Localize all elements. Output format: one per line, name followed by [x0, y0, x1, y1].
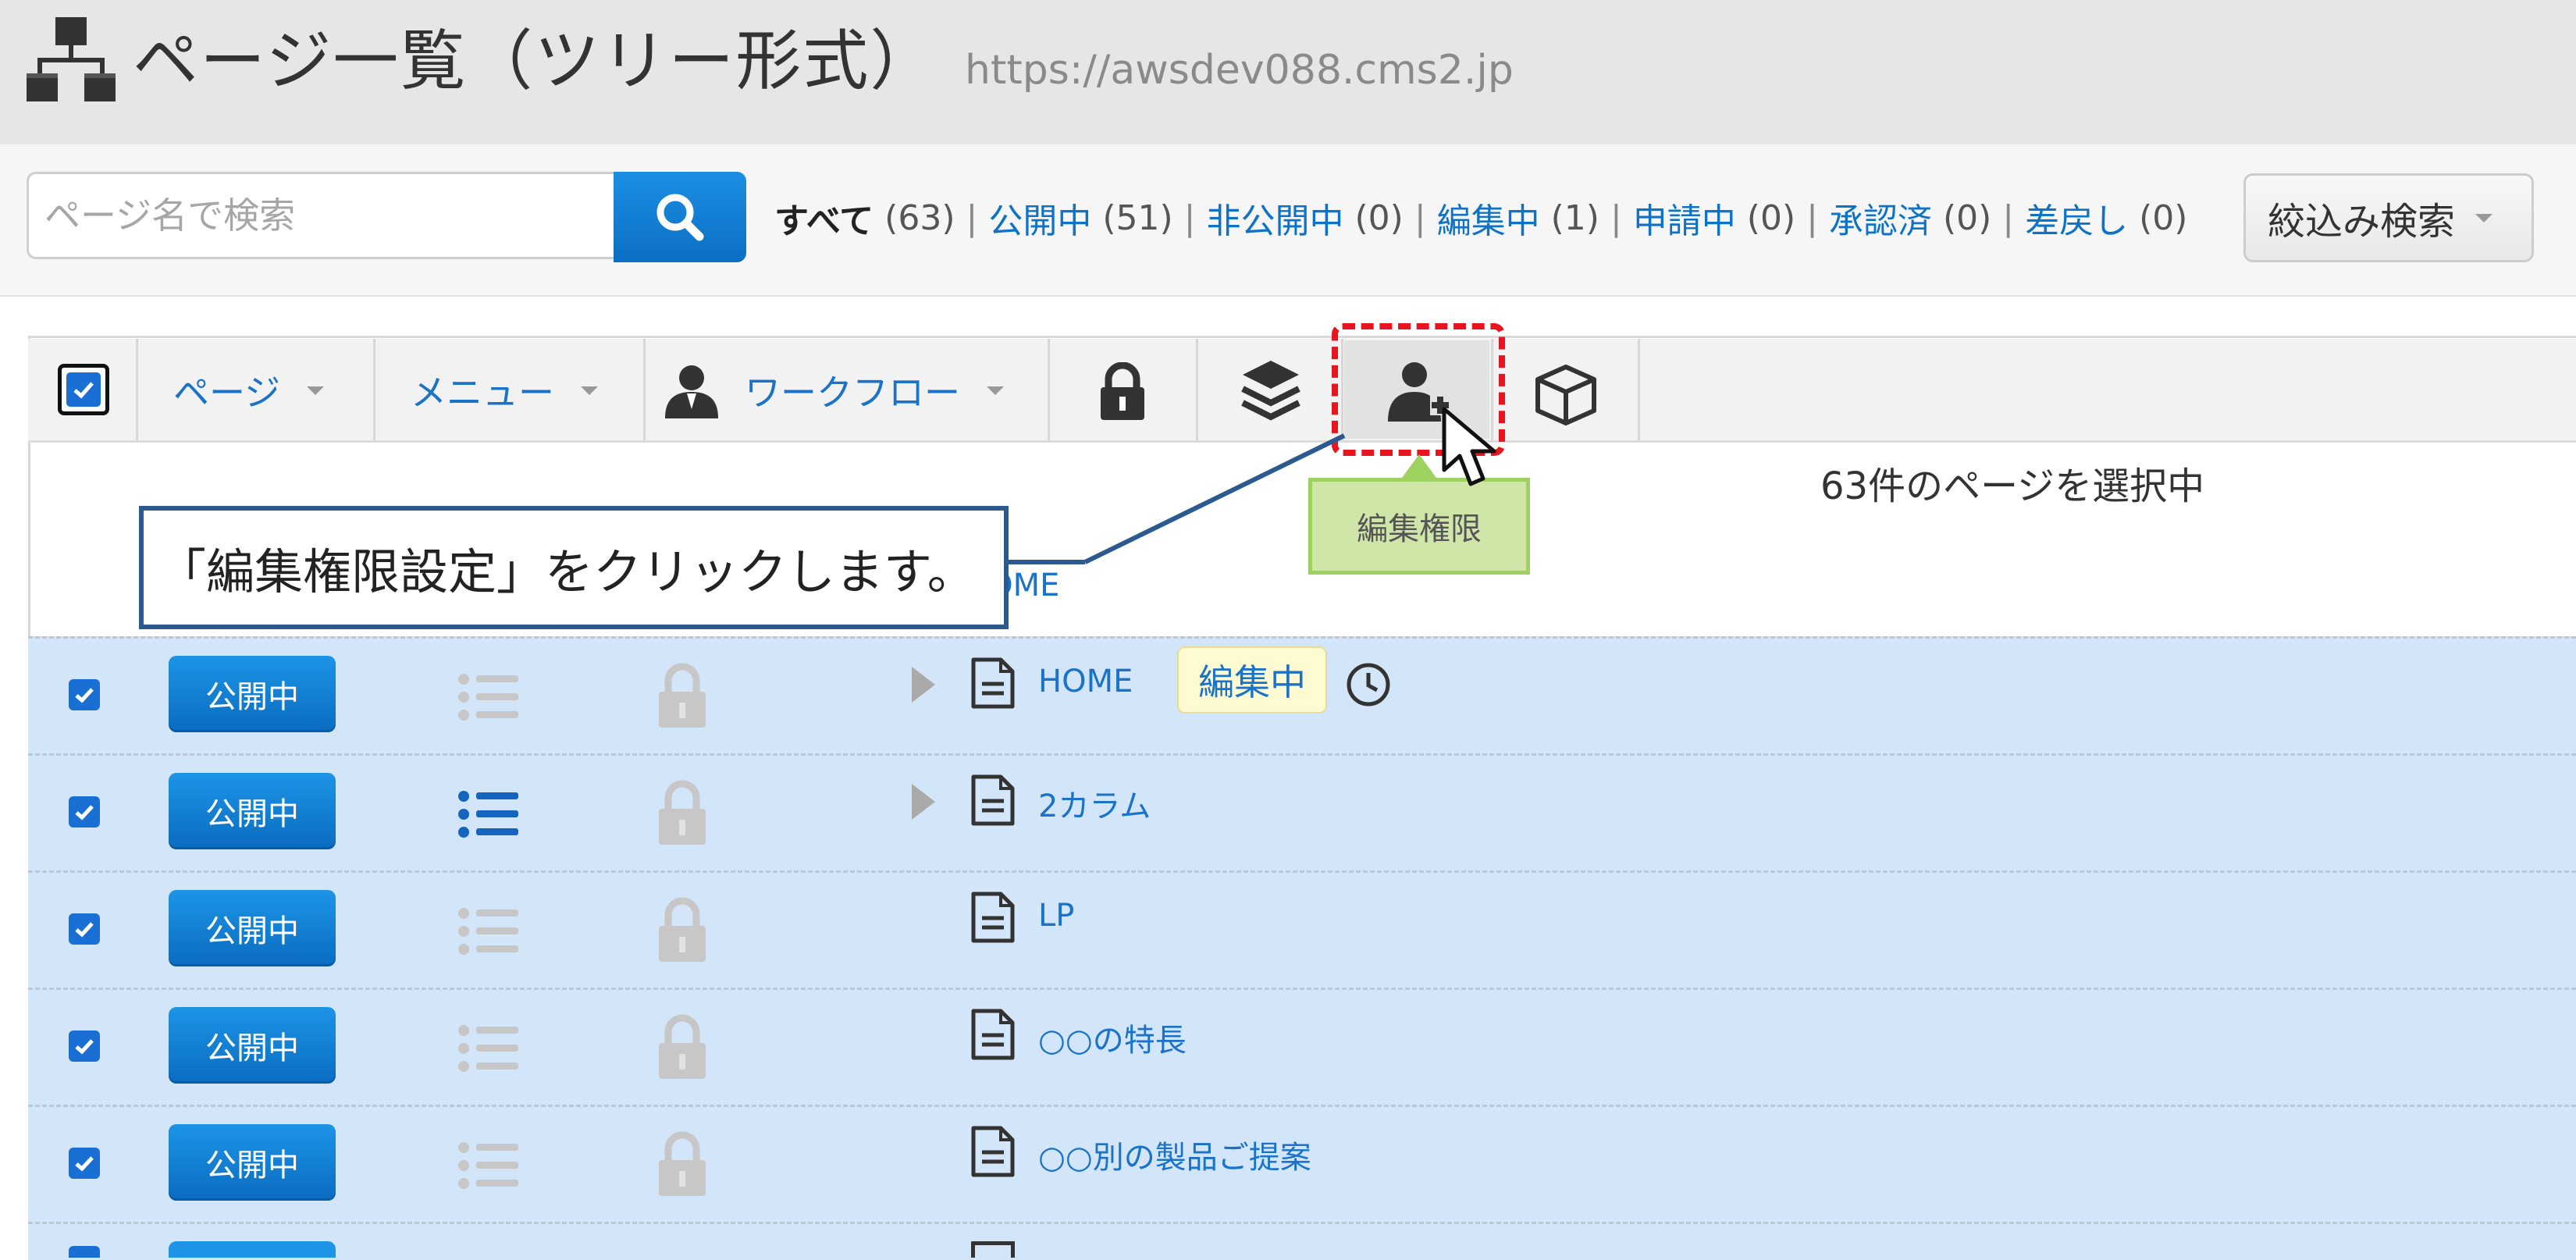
callout-box: 「編集権限設定」をクリックします。 — [139, 506, 1009, 629]
mouse-cursor-icon — [1441, 406, 1503, 495]
